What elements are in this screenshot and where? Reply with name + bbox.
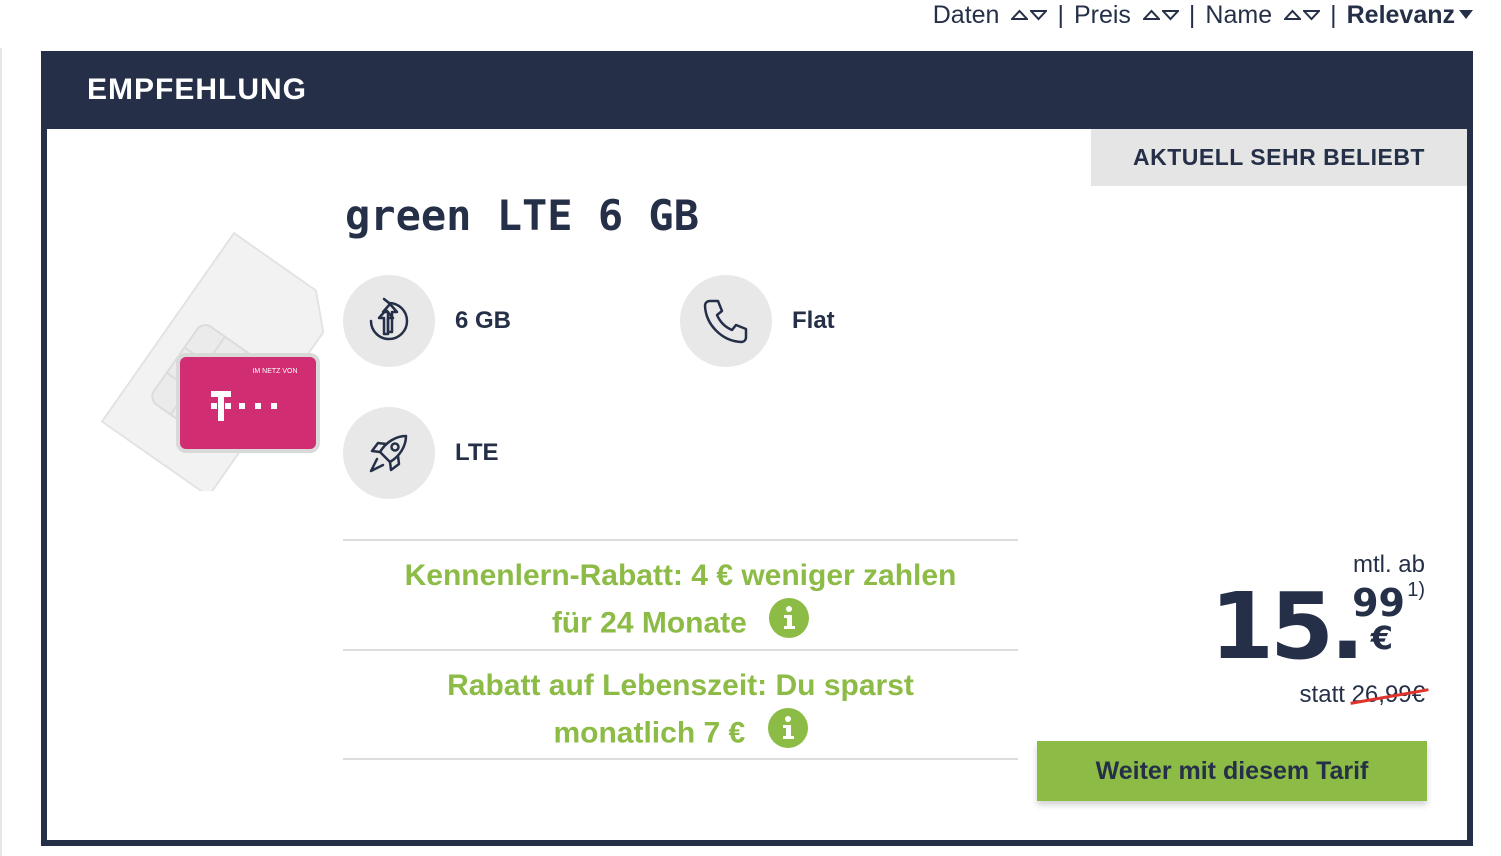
price-block: mtl. ab 15. 99 € 1) statt 26,99€ [1125, 551, 1425, 709]
sort-separator: | [1057, 0, 1064, 29]
phone-icon [680, 275, 772, 367]
sort-arrows-icon[interactable] [1011, 9, 1048, 21]
feature-label-data: 6 GB [455, 307, 512, 334]
sort-bar: Daten | Preis | Name | Relevanz [933, 0, 1473, 30]
promo-intro-discount: Kennenlern-Rabatt: 4 € weniger zahlen fü… [343, 539, 1018, 647]
sort-separator: | [1188, 0, 1196, 29]
promo-line: monatlich 7 € [553, 716, 746, 750]
sort-separator: | [1330, 0, 1337, 29]
feature-label-lte: LTE [455, 439, 499, 466]
promo-line-wrap: monatlich 7 € [343, 708, 1018, 761]
price-euros: 15. [1210, 573, 1365, 680]
price-footnote: 1) [1407, 579, 1425, 601]
sort-arrows-icon[interactable] [1284, 9, 1321, 21]
sort-arrows-icon[interactable] [1142, 9, 1179, 21]
info-icon[interactable] [767, 708, 808, 761]
old-price-main: 26 [1351, 681, 1379, 708]
old-price-value: 26,99€ [1352, 681, 1425, 709]
price-value: 15. 99 € 1) [1125, 573, 1425, 680]
promo-line-wrap: für 24 Monate [343, 598, 1018, 651]
tariff-card: EMPFEHLUNG AKTUELL SEHR BELIEBT IM NETZ … [41, 51, 1473, 846]
feature-phone: Flat [680, 275, 835, 367]
sort-label-data: Daten [932, 0, 1000, 29]
sort-label-price: Preis [1073, 0, 1131, 29]
left-divider [0, 48, 2, 856]
promo-lifetime-discount: Rabatt auf Lebenszeit: Du sparst monatli… [343, 649, 1018, 760]
old-price: statt 26,99€ [1125, 681, 1425, 709]
promo-line: für 24 Monate [551, 606, 747, 640]
sort-label-name: Name [1205, 0, 1273, 29]
data-transfer-icon [343, 275, 435, 367]
rocket-icon [343, 407, 435, 499]
sim-card-image: IM NETZ VON [89, 221, 329, 498]
feature-data: 6 GB [343, 275, 511, 367]
sort-by-price[interactable]: Preis [1074, 1, 1179, 30]
old-price-rest: ,99€ [1378, 681, 1425, 708]
info-icon[interactable] [769, 598, 810, 651]
card-header-title: EMPFEHLUNG [87, 73, 307, 106]
sort-label-relevance: Relevanz [1346, 0, 1455, 29]
feature-lte: LTE [343, 407, 499, 499]
sort-by-data[interactable]: Daten [933, 1, 1048, 30]
promo-line: Kennenlern-Rabatt: 4 € weniger zahlen [404, 559, 957, 592]
continue-tariff-button[interactable]: Weiter mit diesem Tarif [1037, 741, 1427, 801]
caret-down-icon [1459, 10, 1473, 20]
popular-badge: AKTUELL SEHR BELIEBT [1091, 129, 1467, 186]
card-header: EMPFEHLUNG [41, 51, 1473, 129]
price-currency: € [1370, 619, 1393, 657]
sort-by-name[interactable]: Name [1205, 0, 1321, 30]
tariff-title: green LTE 6 GB [345, 191, 700, 240]
sort-by-relevance[interactable]: Relevanz [1347, 1, 1473, 30]
feature-label-phone: Flat [792, 307, 835, 334]
promo-line: Rabatt auf Lebenszeit: Du sparst [447, 669, 914, 702]
old-price-label: statt [1299, 681, 1345, 708]
sim-network-label: IM NETZ VON [252, 368, 297, 375]
